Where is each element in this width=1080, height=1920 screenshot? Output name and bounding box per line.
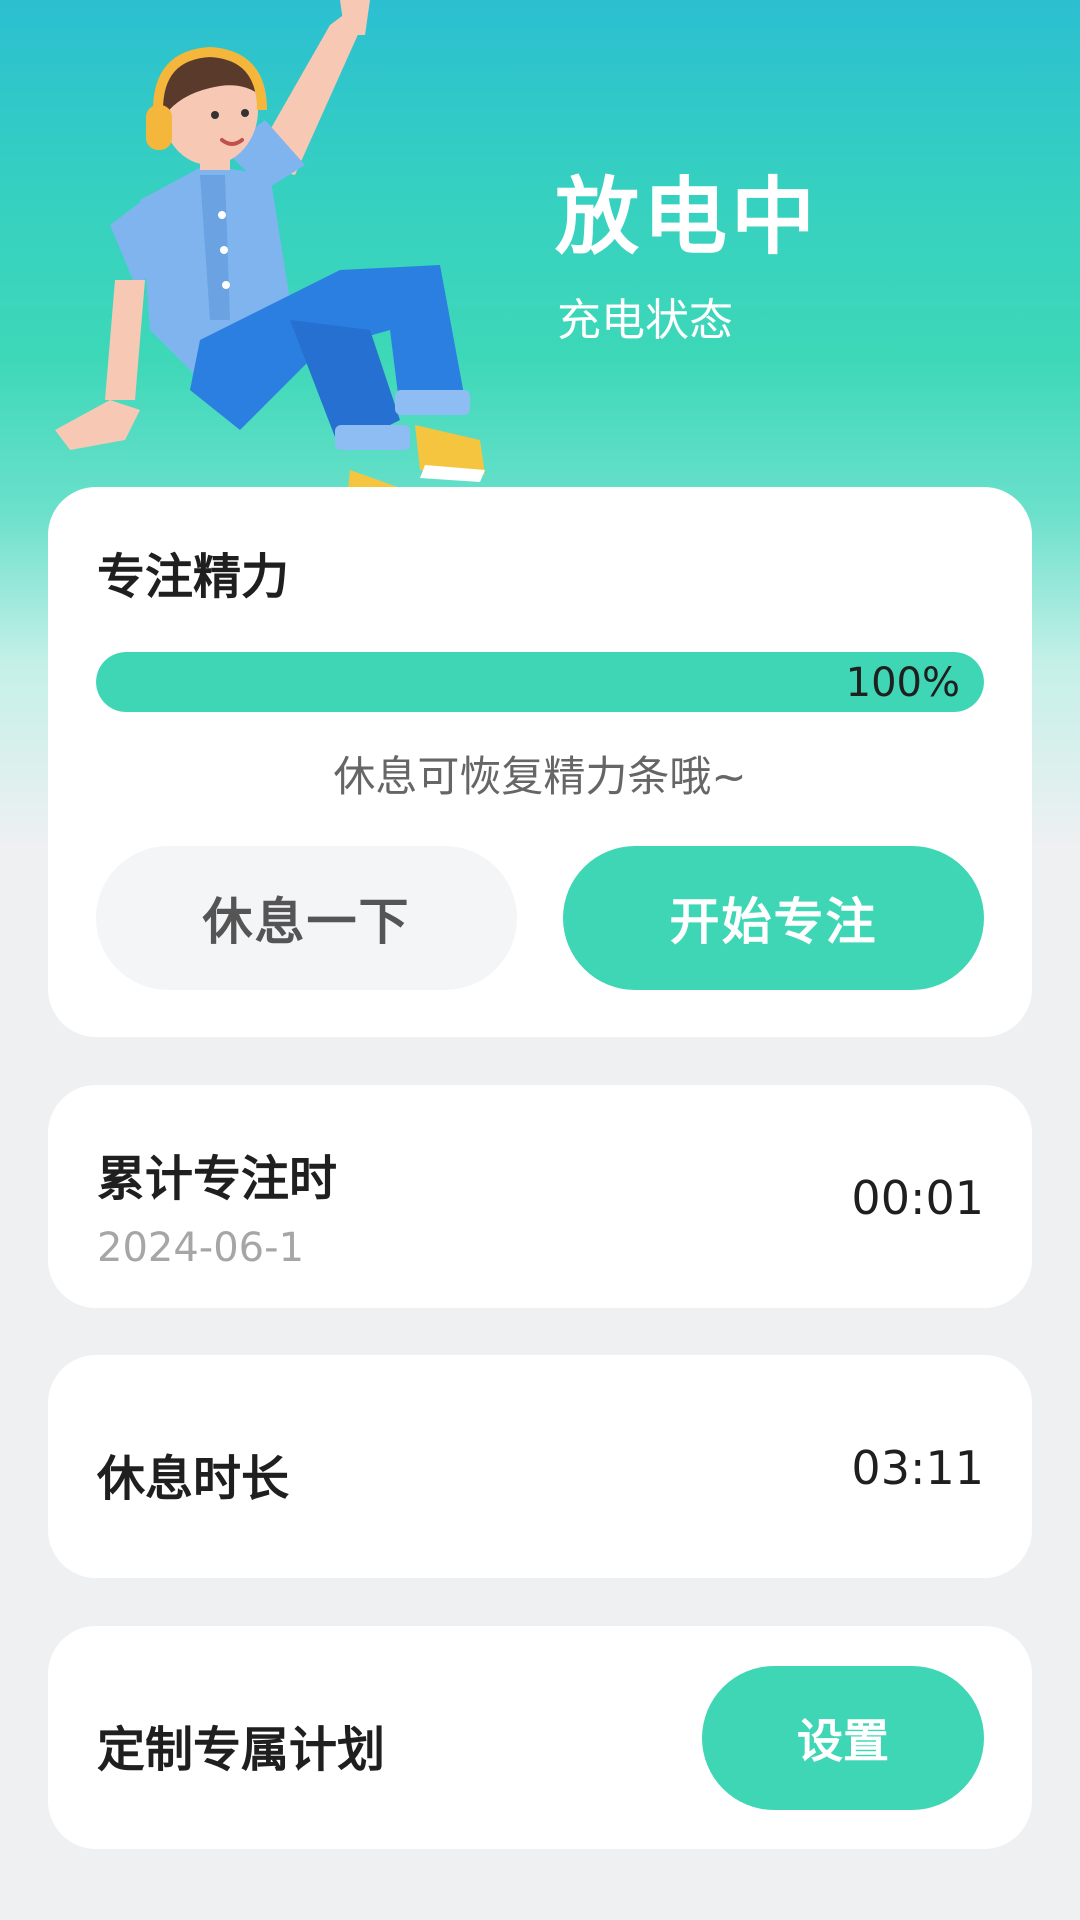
total-focus-title: 累计专注时 — [97, 1151, 338, 1207]
total-focus-date: 2024-06-1 — [97, 1225, 305, 1271]
rest-duration-value: 03:11 — [851, 1441, 984, 1495]
energy-title: 专注精力 — [97, 549, 290, 605]
start-focus-button[interactable]: 开始专注 — [563, 846, 984, 990]
energy-progress-bar: 100% — [96, 652, 984, 712]
total-focus-card: 累计专注时 2024-06-1 00:01 — [48, 1085, 1032, 1308]
status-title: 放电中 — [555, 168, 820, 266]
setup-button[interactable]: 设置 — [702, 1666, 984, 1810]
rest-duration-title: 休息时长 — [97, 1451, 290, 1507]
rest-button[interactable]: 休息一下 — [96, 846, 517, 990]
energy-progress-label: 100% — [845, 660, 960, 706]
energy-hint: 休息可恢复精力条哦~ — [333, 752, 747, 801]
plan-card: 定制专属计划 设置 — [48, 1626, 1032, 1849]
energy-card: 专注精力 100% 休息可恢复精力条哦~ 休息一下 开始专注 — [48, 487, 1032, 1037]
status-subtitle: 充电状态 — [557, 295, 733, 346]
total-focus-value: 00:01 — [851, 1171, 984, 1225]
rest-duration-card: 休息时长 03:11 — [48, 1355, 1032, 1578]
plan-title: 定制专属计划 — [97, 1722, 386, 1778]
boy-with-headphones-illustration — [55, 0, 485, 535]
